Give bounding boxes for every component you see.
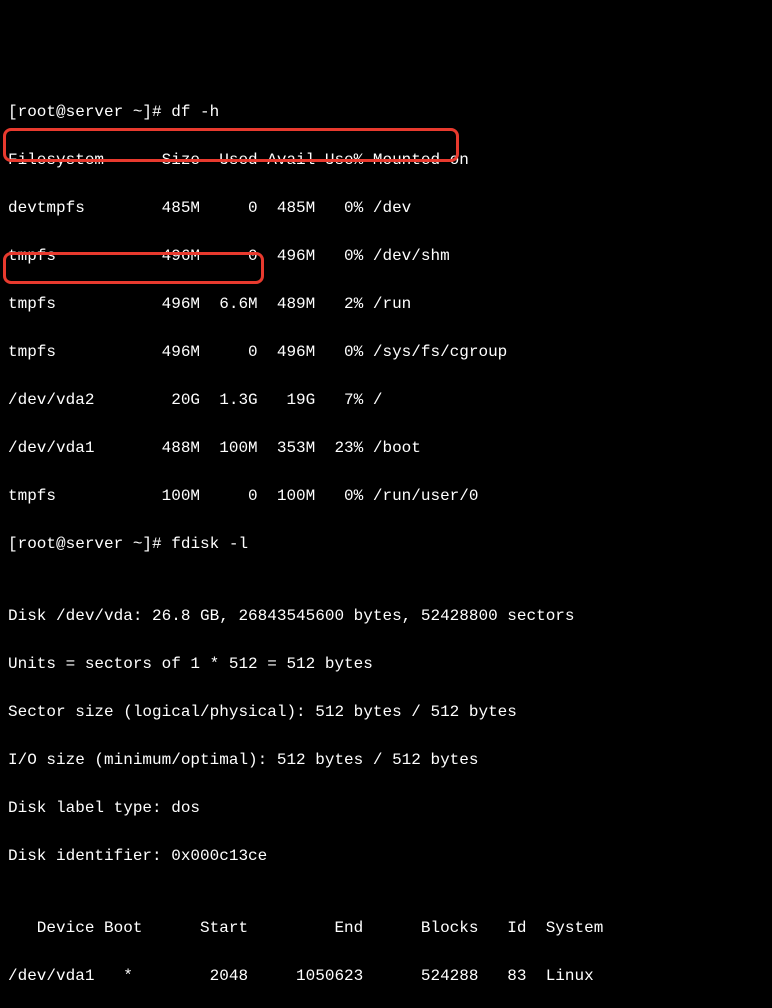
df-row: tmpfs 496M 6.6M 489M 2% /run bbox=[8, 292, 764, 316]
prompt-line-1[interactable]: [root@server ~]# df -h bbox=[8, 100, 764, 124]
df-row: tmpfs 496M 0 496M 0% /dev/shm bbox=[8, 244, 764, 268]
command-df: df -h bbox=[171, 103, 219, 121]
partition-header: Device Boot Start End Blocks Id System bbox=[8, 916, 764, 940]
prompt-prefix: [root@server ~]# bbox=[8, 535, 171, 553]
fdisk-sector-size: Sector size (logical/physical): 512 byte… bbox=[8, 700, 764, 724]
df-header: Filesystem Size Used Avail Use% Mounted … bbox=[8, 148, 764, 172]
prompt-line-2[interactable]: [root@server ~]# fdisk -l bbox=[8, 532, 764, 556]
fdisk-identifier: Disk identifier: 0x000c13ce bbox=[8, 844, 764, 868]
partition-row: /dev/vda1 * 2048 1050623 524288 83 Linux bbox=[8, 964, 764, 988]
fdisk-units: Units = sectors of 1 * 512 = 512 bytes bbox=[8, 652, 764, 676]
df-row: tmpfs 100M 0 100M 0% /run/user/0 bbox=[8, 484, 764, 508]
df-row: tmpfs 496M 0 496M 0% /sys/fs/cgroup bbox=[8, 340, 764, 364]
df-row-highlighted: /dev/vda2 20G 1.3G 19G 7% / bbox=[8, 388, 764, 412]
command-fdisk: fdisk -l bbox=[171, 535, 248, 553]
prompt-prefix: [root@server ~]# bbox=[8, 103, 171, 121]
fdisk-io-size: I/O size (minimum/optimal): 512 bytes / … bbox=[8, 748, 764, 772]
df-row: devtmpfs 485M 0 485M 0% /dev bbox=[8, 196, 764, 220]
df-row: /dev/vda1 488M 100M 353M 23% /boot bbox=[8, 436, 764, 460]
fdisk-disk-line: Disk /dev/vda: 26.8 GB, 26843545600 byte… bbox=[8, 604, 764, 628]
fdisk-label-type: Disk label type: dos bbox=[8, 796, 764, 820]
